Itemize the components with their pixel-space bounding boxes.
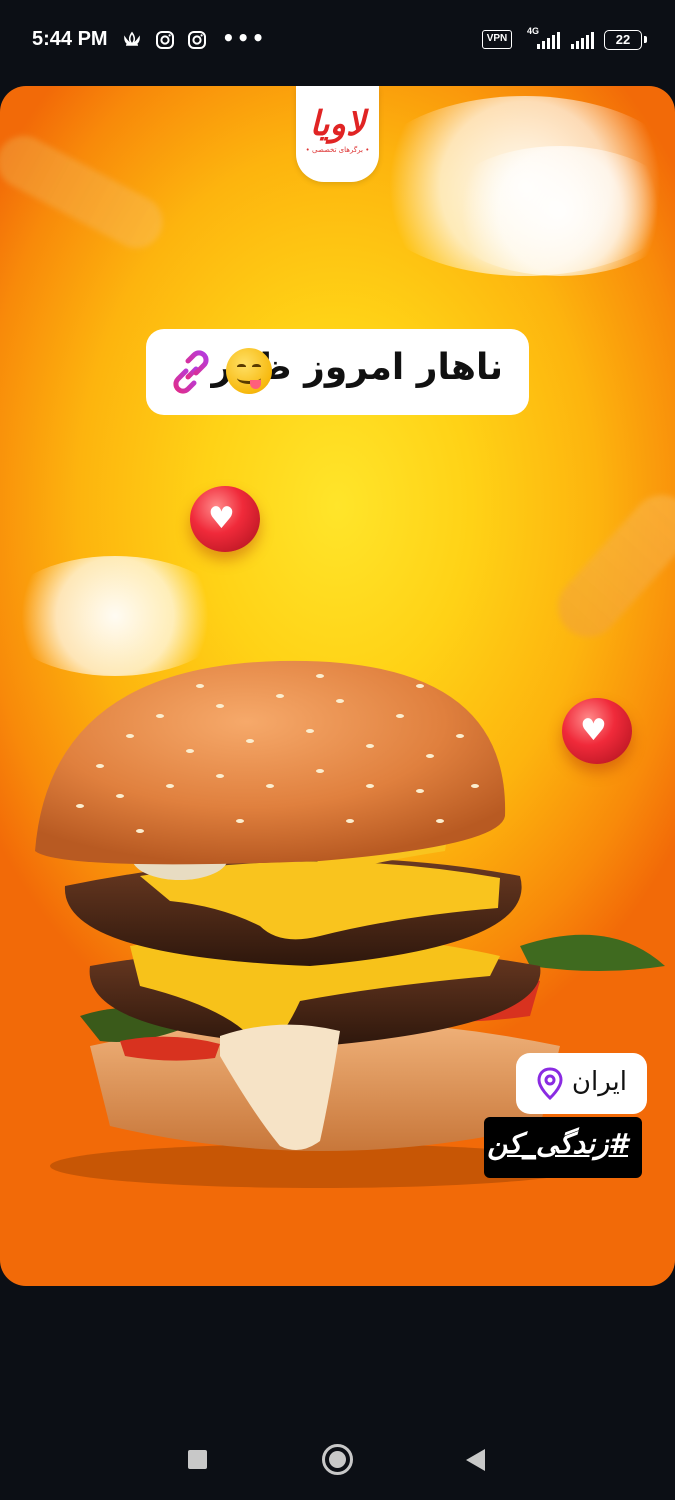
fry-decoration bbox=[0, 126, 172, 258]
story-card[interactable]: لاویا • برگرهای تخصصی • ناهار امروز ظهر … bbox=[0, 86, 675, 1286]
link-icon bbox=[173, 350, 209, 394]
instagram-icon bbox=[156, 31, 174, 49]
signal-icon bbox=[571, 32, 594, 49]
battery-icon: 22 bbox=[604, 30, 647, 50]
fry-decoration bbox=[545, 482, 675, 650]
heart-bubble-icon: ♥ bbox=[190, 486, 260, 552]
home-button[interactable] bbox=[322, 1444, 353, 1475]
location-sticker[interactable]: ایران bbox=[516, 1053, 647, 1114]
instagram-icon bbox=[188, 31, 206, 49]
status-time: 5:44 PM bbox=[32, 28, 108, 50]
lunch-link-sticker[interactable]: ناهار امروز ظهر bbox=[146, 329, 529, 415]
location-pin-icon bbox=[537, 1067, 563, 1101]
brand-logo[interactable]: لاویا • برگرهای تخصصی • bbox=[296, 86, 379, 182]
lotus-icon bbox=[124, 31, 140, 46]
hashtag-text: #زندگی_کن bbox=[487, 1127, 628, 1160]
system-nav-bar bbox=[0, 1420, 675, 1500]
logo-text: لاویا bbox=[309, 104, 366, 144]
hashtag-sticker[interactable]: #زندگی_کن bbox=[484, 1117, 642, 1178]
logo-subtext: • برگرهای تخصصی • bbox=[305, 146, 370, 154]
back-button[interactable] bbox=[466, 1449, 485, 1471]
recents-button[interactable] bbox=[188, 1450, 207, 1469]
signal-icon bbox=[537, 32, 560, 49]
location-text: ایران bbox=[571, 1067, 627, 1097]
cloud-decoration bbox=[440, 146, 675, 276]
vpn-icon: VPN bbox=[482, 30, 512, 49]
more-dots-icon: ••• bbox=[222, 26, 267, 50]
yum-face-emoji bbox=[226, 348, 272, 394]
status-bar: 5:44 PM ••• VPN 4G 22 bbox=[0, 0, 675, 78]
